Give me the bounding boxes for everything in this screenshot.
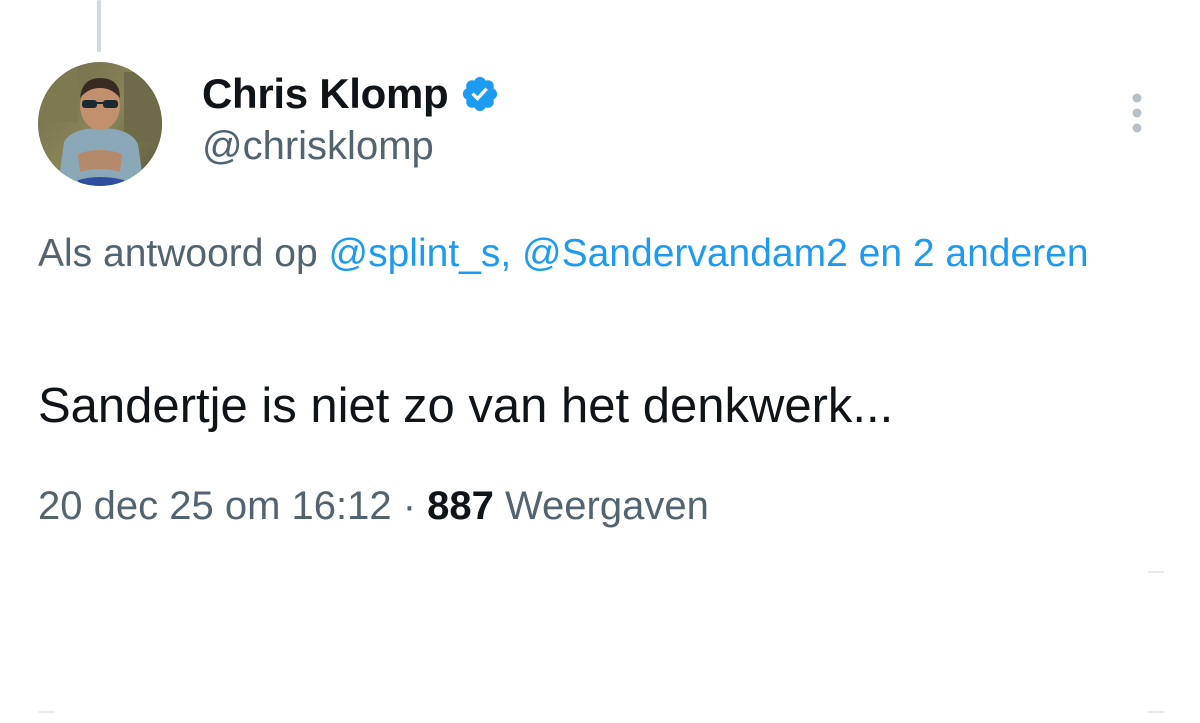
divider-right-upper	[1148, 571, 1164, 573]
verified-badge-icon[interactable]	[460, 74, 500, 114]
tweet-timestamp[interactable]: 20 dec 25 om 16:12	[38, 484, 392, 528]
tweet-meta: 20 dec 25 om 16:12 · 887 Weergaven	[38, 484, 709, 529]
views-label: Weergaven	[493, 484, 709, 528]
mention-separator: ,	[500, 232, 523, 275]
reply-context-prefix: Als antwoord op	[38, 232, 329, 275]
others-link[interactable]: 2 anderen	[913, 232, 1089, 275]
reply-context: Als antwoord op @splint_s, @Sandervandam…	[38, 226, 1148, 282]
more-options-icon[interactable]	[1124, 92, 1150, 136]
thread-connector-line	[97, 0, 101, 52]
author-handle[interactable]: @chrisklomp	[202, 124, 434, 169]
tweet-text: Sandertje is niet zo van het denkwerk...	[38, 379, 894, 433]
divider-left-lower	[38, 711, 54, 713]
author-name-row: Chris Klomp	[202, 68, 500, 120]
mention-link-splint-s[interactable]: @splint_s	[329, 232, 501, 275]
divider-right-lower	[1148, 711, 1164, 713]
avatar[interactable]	[38, 62, 162, 186]
meta-separator-dot: ·	[391, 484, 428, 528]
avatar-image	[38, 62, 162, 186]
mention-link-sandervandam2[interactable]: @Sandervandam2	[522, 232, 848, 275]
views-count: 887	[427, 484, 494, 528]
author-display-name[interactable]: Chris Klomp	[202, 70, 449, 118]
mention-connector: en	[847, 232, 913, 275]
